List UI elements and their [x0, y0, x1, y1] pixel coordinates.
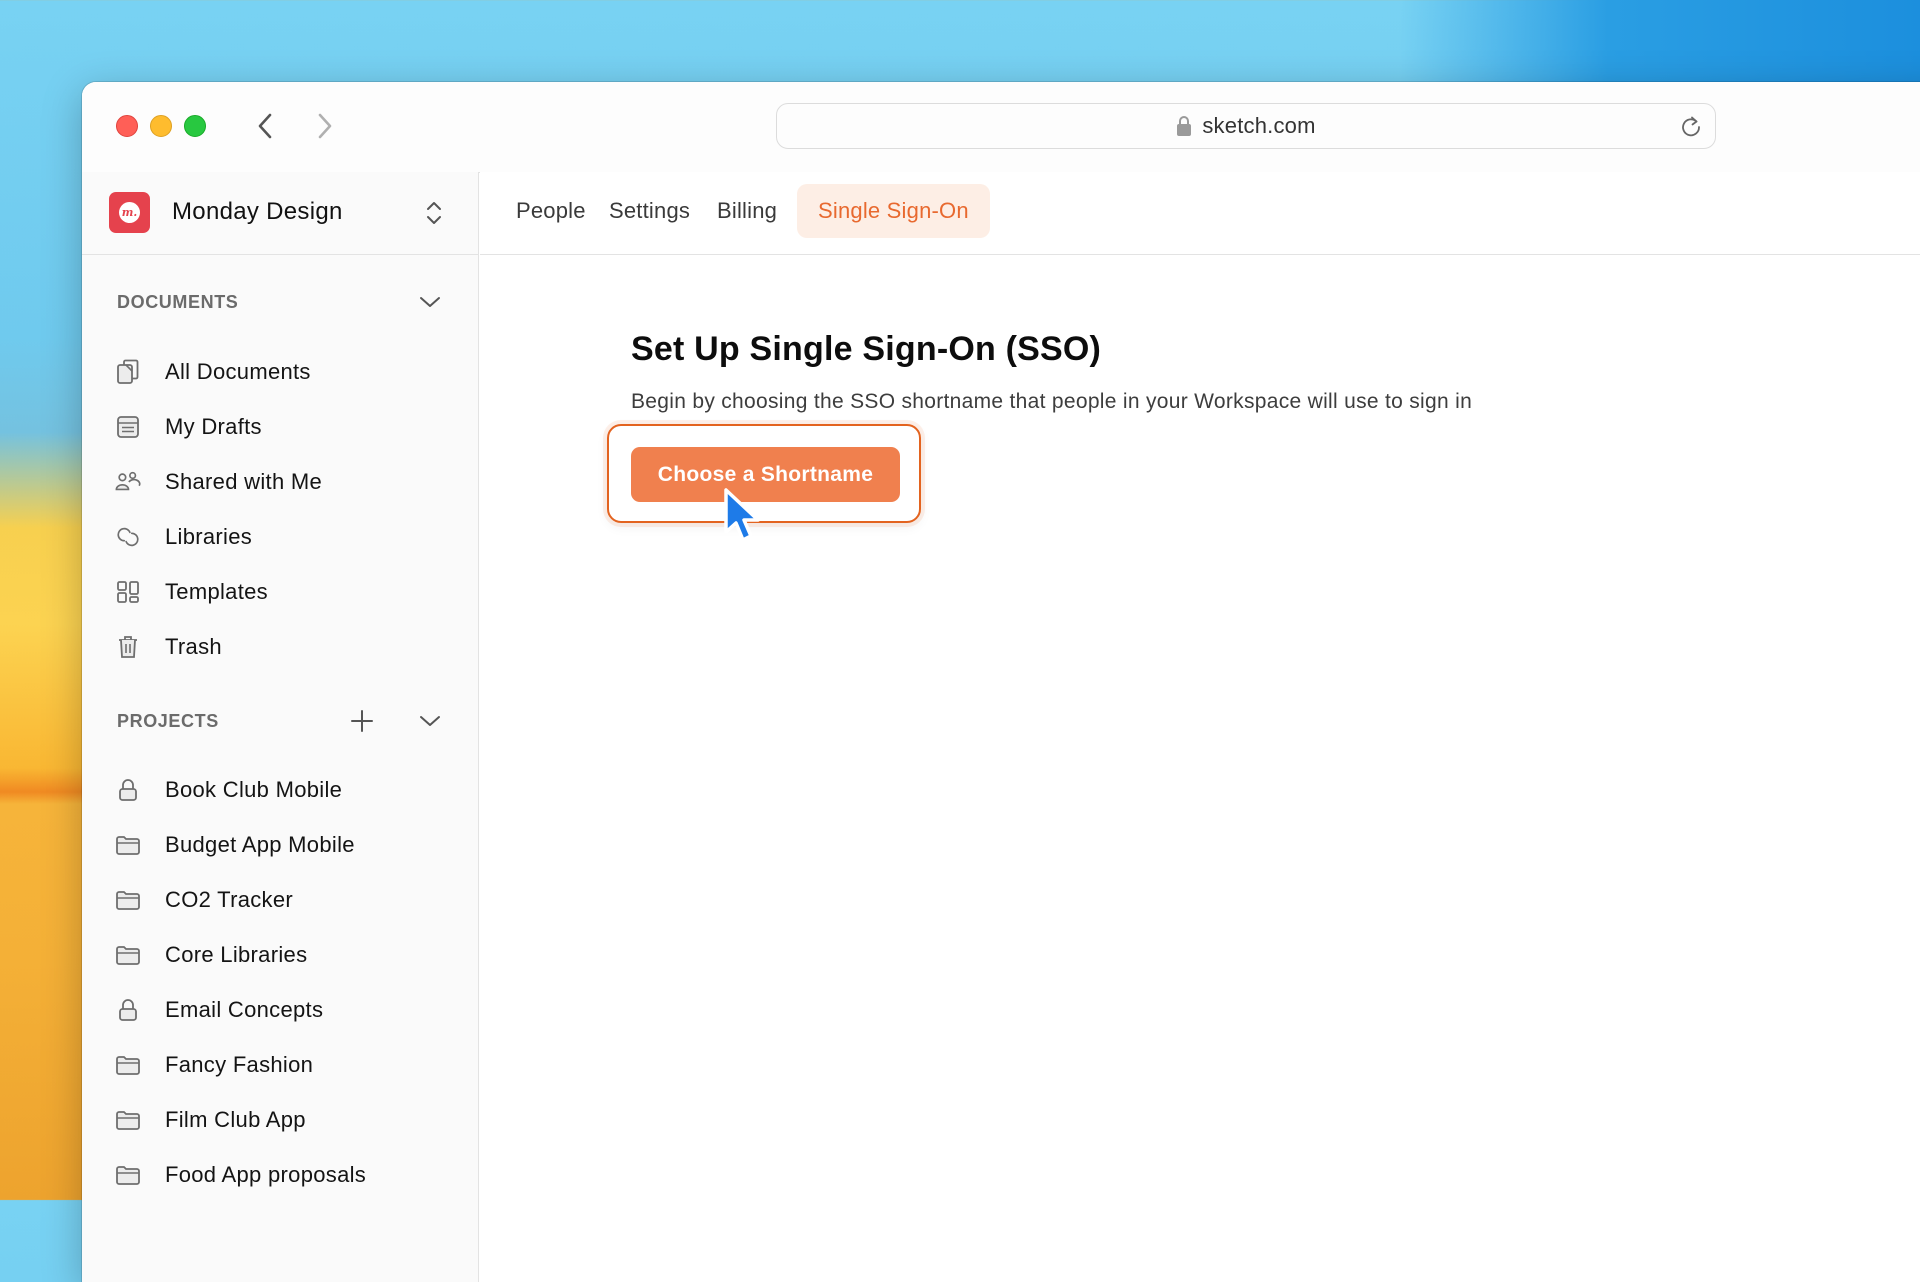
add-project-button[interactable]	[347, 706, 377, 736]
sidebar-item-label: Food App proposals	[165, 1161, 367, 1187]
trash-icon	[115, 634, 141, 660]
sidebar-item-project[interactable]: Email Concepts	[82, 982, 478, 1037]
projects-list: Book Club Mobile Budget App Mobile CO2 T…	[82, 762, 478, 1202]
chevron-up-down-icon	[422, 196, 446, 230]
people-icon	[115, 469, 141, 495]
sidebar-item-label: Shared with Me	[165, 468, 323, 494]
zoom-window-button[interactable]	[184, 115, 206, 137]
desktop-wallpaper-accent	[1400, 0, 1920, 90]
sidebar-item-label: CO2 Tracker	[165, 886, 293, 912]
page-title: Set Up Single Sign-On (SSO)	[631, 330, 1102, 368]
sidebar-item-label: Fancy Fashion	[165, 1051, 314, 1077]
lock-icon	[115, 777, 141, 803]
libraries-icon	[115, 524, 141, 550]
sidebar-item-label: Templates	[165, 578, 268, 604]
workspace-switcher[interactable]: m. Monday Design	[82, 172, 478, 255]
sidebar-item-project[interactable]: Food App proposals	[82, 1147, 478, 1202]
projects-collapse-toggle[interactable]	[415, 706, 445, 736]
sidebar-item-project[interactable]: Fancy Fashion	[82, 1037, 478, 1092]
sidebar-item-project[interactable]: Budget App Mobile	[82, 817, 478, 872]
documents-collapse-toggle[interactable]	[415, 287, 445, 317]
sidebar: m. Monday Design DOCUMENTS All Documents	[82, 172, 479, 1282]
lock-icon	[115, 997, 141, 1023]
url-text: sketch.com	[1202, 113, 1316, 138]
sidebar-item-label: Libraries	[165, 523, 253, 549]
chevron-down-icon	[420, 297, 440, 307]
documents-list: All Documents My Drafts Shared with Me L…	[82, 344, 478, 674]
tab-settings[interactable]: Settings	[588, 184, 711, 238]
chevron-right-icon	[318, 113, 332, 139]
folder-icon	[115, 1052, 141, 1078]
sidebar-item-trash[interactable]: Trash	[82, 619, 478, 674]
folder-icon	[115, 887, 141, 913]
back-button[interactable]	[250, 110, 280, 142]
sidebar-item-project[interactable]: Book Club Mobile	[82, 762, 478, 817]
reload-icon	[1682, 116, 1700, 137]
sidebar-item-shared-with-me[interactable]: Shared with Me	[82, 454, 478, 509]
sidebar-item-project[interactable]: Core Libraries	[82, 927, 478, 982]
page-description: Begin by choosing the SSO shortname that…	[631, 390, 1473, 413]
settings-tabs: People Settings Billing Single Sign-On	[480, 172, 1920, 255]
forward-button[interactable]	[310, 110, 340, 142]
browser-window: sketch.com m. Monday Design DOCUMENTS Al…	[82, 82, 1920, 1282]
sidebar-item-libraries[interactable]: Libraries	[82, 509, 478, 564]
workspace-name: Monday Design	[172, 198, 343, 225]
sidebar-item-my-drafts[interactable]: My Drafts	[82, 399, 478, 454]
sidebar-item-project[interactable]: Film Club App	[82, 1092, 478, 1147]
documents-icon	[115, 359, 141, 385]
chevron-left-icon	[258, 113, 272, 139]
plus-icon	[351, 710, 373, 732]
projects-heading: PROJECTS	[117, 711, 219, 731]
address-bar[interactable]: sketch.com	[776, 103, 1716, 149]
drafts-icon	[115, 414, 141, 440]
sidebar-item-label: Budget App Mobile	[165, 831, 355, 857]
sidebar-item-label: All Documents	[165, 358, 311, 384]
templates-icon	[115, 579, 141, 605]
sidebar-item-templates[interactable]: Templates	[82, 564, 478, 619]
close-window-button[interactable]	[116, 115, 138, 137]
sidebar-item-label: Film Club App	[165, 1106, 306, 1132]
minimize-window-button[interactable]	[150, 115, 172, 137]
sidebar-item-all-documents[interactable]: All Documents	[82, 344, 478, 399]
folder-icon	[115, 1162, 141, 1188]
tab-billing[interactable]: Billing	[696, 184, 798, 238]
choose-shortname-button[interactable]: Choose a Shortname	[631, 447, 900, 502]
mouse-cursor-icon	[724, 488, 760, 542]
sidebar-item-label: Trash	[165, 633, 222, 659]
folder-icon	[115, 1107, 141, 1133]
sidebar-item-label: Core Libraries	[165, 941, 308, 967]
tab-single-sign-on[interactable]: Single Sign-On	[797, 184, 990, 238]
chevron-down-icon	[420, 716, 440, 726]
workspace-logo: m.	[109, 192, 150, 233]
folder-icon	[115, 942, 141, 968]
reload-button[interactable]	[1677, 113, 1705, 141]
workspace-logo-mark: m.	[119, 202, 140, 223]
browser-toolbar: sketch.com	[82, 82, 1920, 173]
sidebar-item-label: Email Concepts	[165, 996, 324, 1022]
sidebar-item-label: Book Club Mobile	[165, 776, 343, 802]
lock-icon	[1177, 116, 1192, 136]
sidebar-item-label: My Drafts	[165, 413, 262, 439]
main-content: People Settings Billing Single Sign-On S…	[480, 172, 1920, 1282]
folder-icon	[115, 832, 141, 858]
documents-heading: DOCUMENTS	[117, 292, 239, 312]
sidebar-item-project[interactable]: CO2 Tracker	[82, 872, 478, 927]
